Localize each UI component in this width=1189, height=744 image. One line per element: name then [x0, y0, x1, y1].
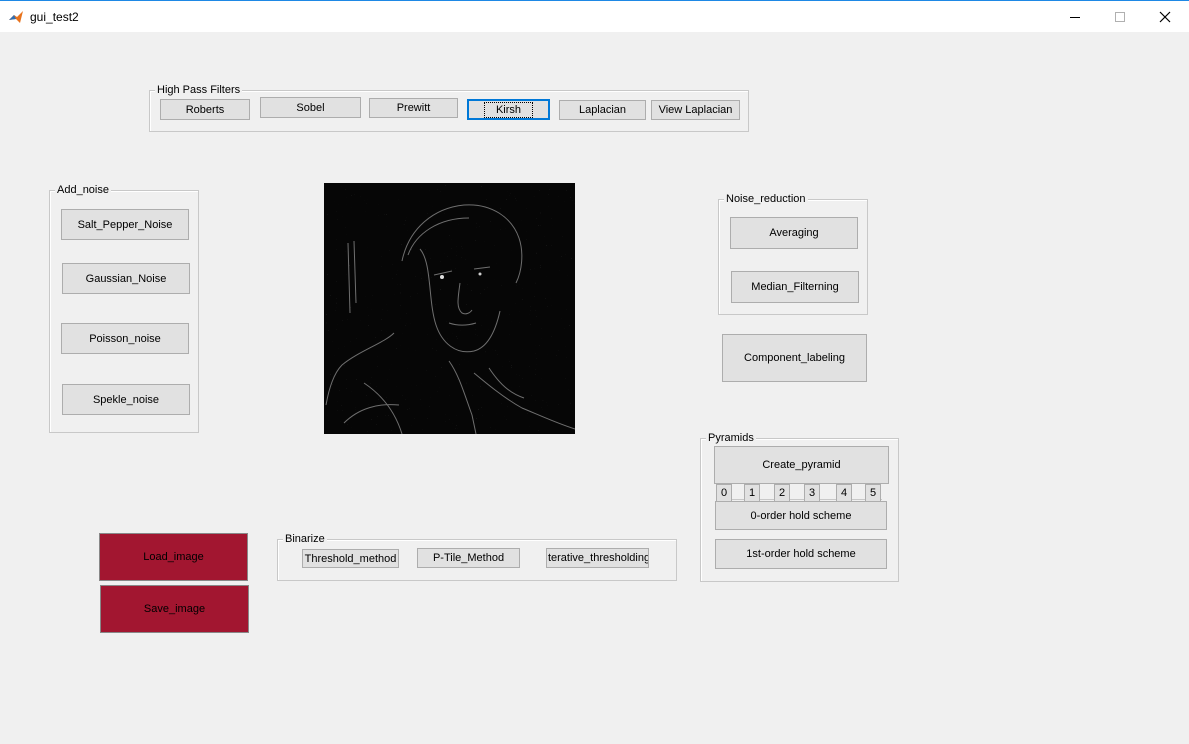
panel-title: High Pass Filters [155, 84, 243, 96]
level-5-button[interactable]: 5 [865, 484, 881, 502]
create-pyramid-button[interactable]: Create_pyramid [714, 446, 889, 484]
level-4-button[interactable]: 4 [836, 484, 852, 502]
iterative-thresholding-button[interactable]: Iterative_thresholding [546, 548, 649, 568]
salt-pepper-noise-button[interactable]: Salt_Pepper_Noise [61, 209, 189, 240]
kirsh-button[interactable]: Kirsh [467, 99, 550, 120]
level-1-button[interactable]: 1 [744, 484, 760, 502]
gaussian-noise-button[interactable]: Gaussian_Noise [62, 263, 190, 294]
view-laplacian-button[interactable]: View Laplacian [651, 100, 740, 120]
level-2-button[interactable]: 2 [774, 484, 790, 502]
level-3-button[interactable]: 3 [804, 484, 820, 502]
first-order-hold-button[interactable]: 1st-order hold scheme [715, 539, 887, 569]
edge-image [324, 183, 576, 435]
close-icon [1159, 11, 1171, 22]
panel-title: Binarize [283, 533, 327, 545]
window-titlebar: gui_test2 [0, 0, 1189, 32]
level-0-button[interactable]: 0 [716, 484, 732, 502]
spekle-noise-button[interactable]: Spekle_noise [62, 384, 190, 415]
image-display [324, 183, 576, 435]
save-image-button[interactable]: Save_image [100, 585, 249, 633]
component-labeling-button[interactable]: Component_labeling [722, 334, 867, 382]
matlab-icon [9, 11, 23, 23]
poisson-noise-button[interactable]: Poisson_noise [61, 323, 189, 354]
maximize-icon [1115, 11, 1125, 22]
eye-highlight [440, 275, 444, 279]
window-title: gui_test2 [30, 10, 79, 24]
minimize-icon [1070, 16, 1080, 18]
prewitt-button[interactable]: Prewitt [369, 98, 458, 118]
laplacian-button[interactable]: Laplacian [559, 100, 646, 120]
load-image-button[interactable]: Load_image [99, 533, 248, 581]
roberts-button[interactable]: Roberts [160, 99, 250, 120]
panel-title: Add_noise [55, 184, 111, 196]
threshold-method-button[interactable]: Threshold_method [302, 549, 399, 568]
averaging-button[interactable]: Averaging [730, 217, 858, 249]
median-filtering-button[interactable]: Median_Filterning [731, 271, 859, 303]
panel-title: Noise_reduction [724, 193, 808, 205]
eye-highlight [478, 272, 482, 276]
close-button[interactable] [1142, 1, 1188, 32]
minimize-button[interactable] [1052, 1, 1098, 32]
panel-title: Pyramids [706, 432, 756, 444]
level-separator [716, 499, 882, 500]
maximize-button[interactable] [1097, 1, 1143, 32]
zero-order-hold-button[interactable]: 0-order hold scheme [715, 501, 887, 530]
sobel-button[interactable]: Sobel [260, 97, 361, 118]
p-tile-method-button[interactable]: P-Tile_Method [417, 548, 520, 568]
